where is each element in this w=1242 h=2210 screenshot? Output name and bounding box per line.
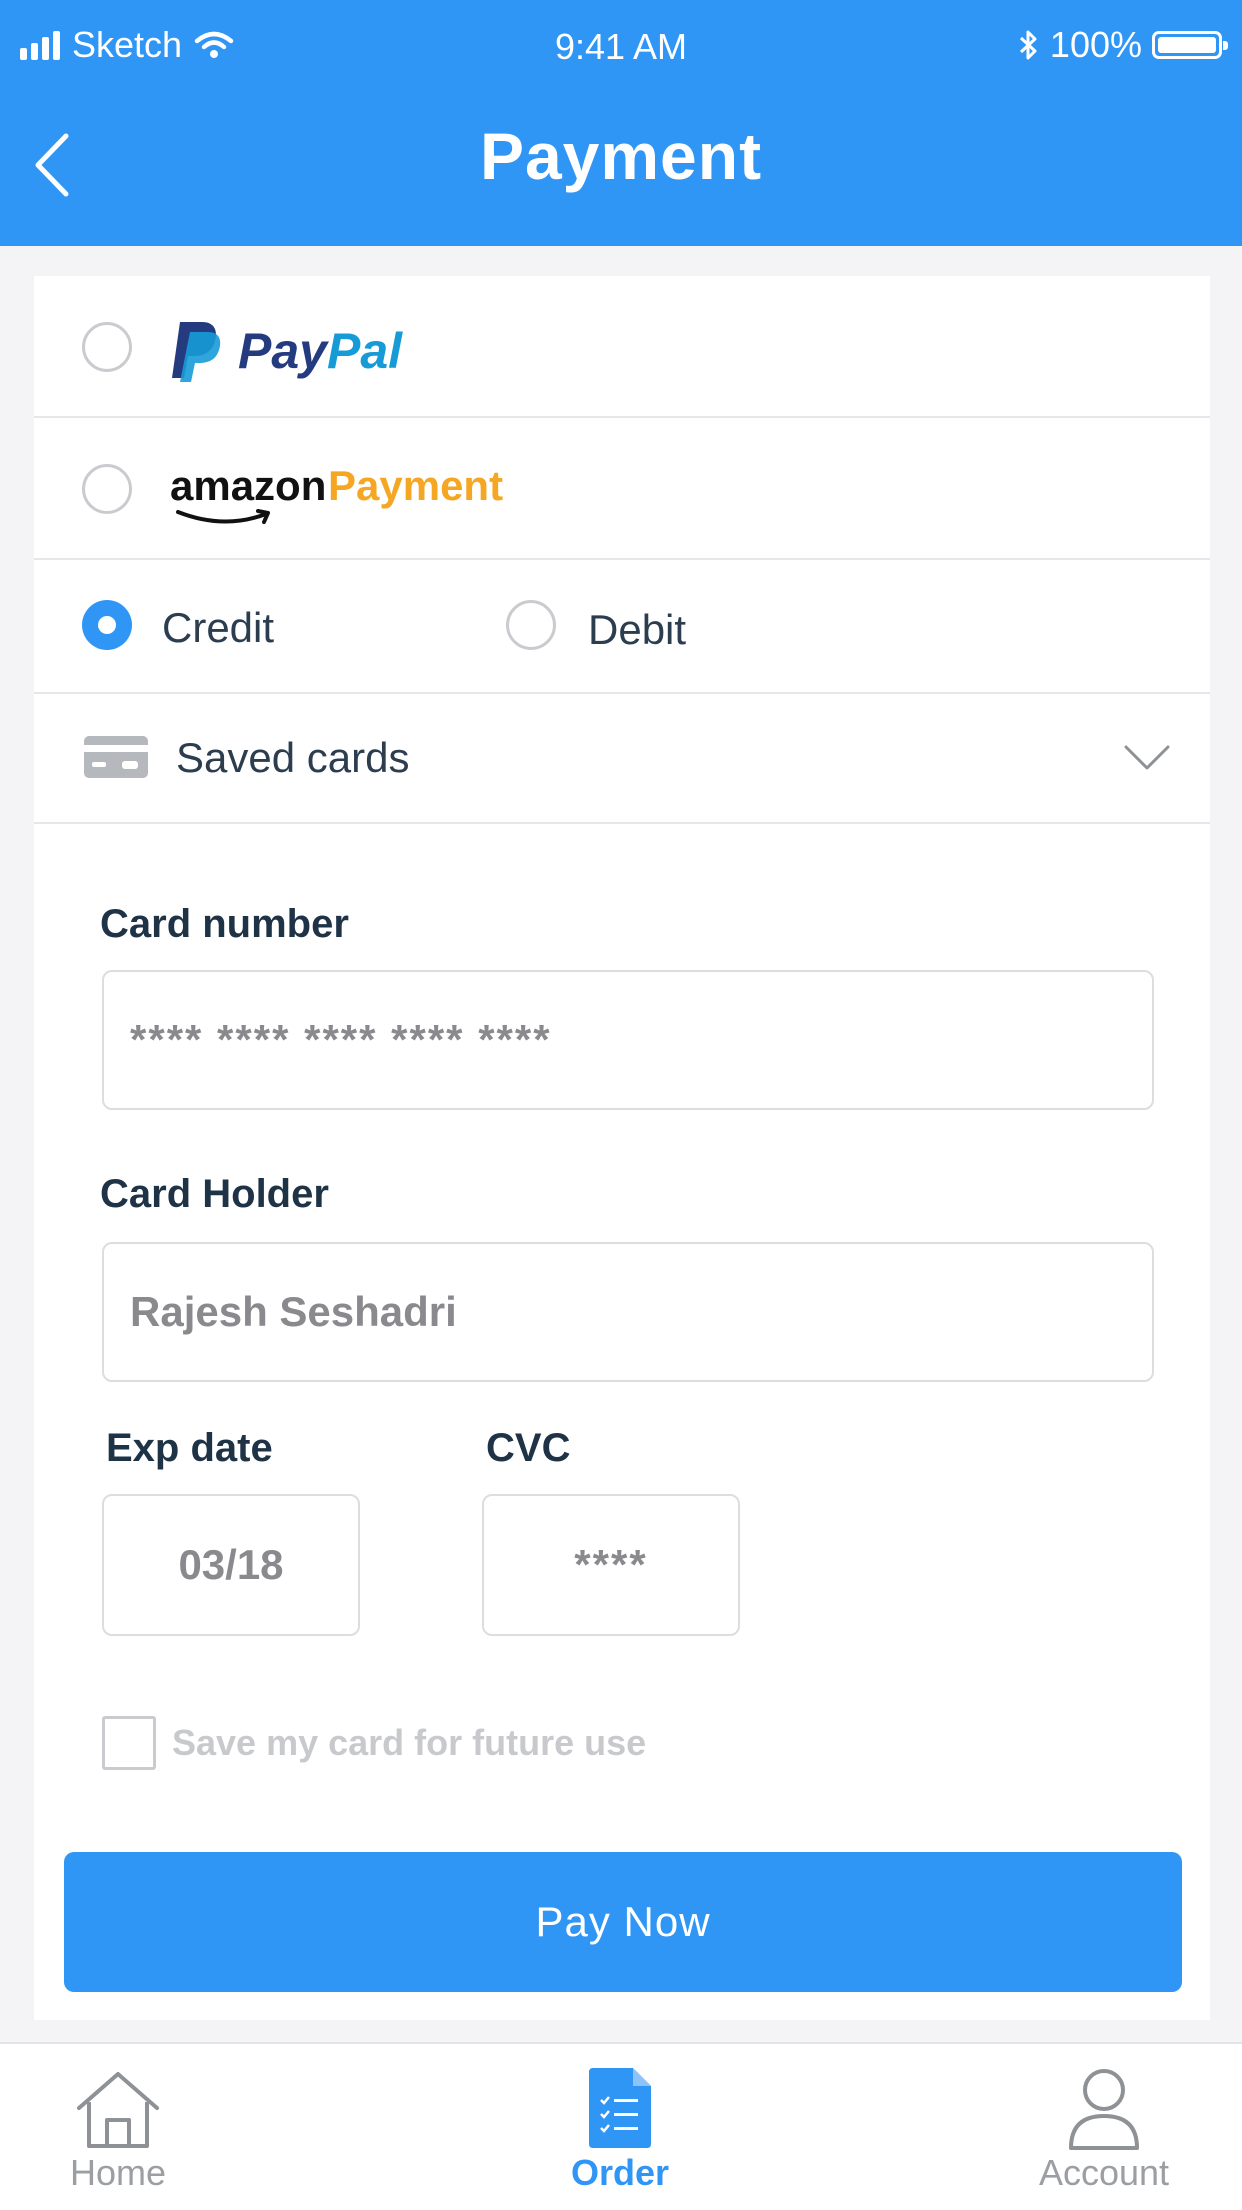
tab-account-label: Account — [1038, 2152, 1170, 2193]
debit-label[interactable]: Debit — [588, 606, 686, 654]
save-card-label[interactable]: Save my card for future use — [172, 1722, 646, 1764]
card-number-value: **** **** **** **** **** — [130, 1016, 552, 1063]
saved-cards-dropdown[interactable]: Saved cards — [34, 692, 1210, 824]
amazon-wordmark: amazon — [170, 462, 327, 509]
paypal-logo-icon — [172, 322, 221, 382]
battery-percent: 100% — [1049, 24, 1142, 65]
app-header: Sketch 9:41 AM 100% Payment — [0, 0, 1242, 246]
tab-home[interactable]: Home — [0, 2044, 268, 2210]
paypal-radio[interactable] — [82, 322, 132, 372]
chevron-down-icon[interactable] — [1124, 744, 1170, 772]
exp-date-label: Exp date — [106, 1426, 273, 1470]
tab-order-label: Order — [570, 2152, 670, 2193]
bluetooth-icon — [1019, 30, 1037, 60]
card-holder-input[interactable]: Rajesh Seshadri — [102, 1242, 1154, 1382]
order-icon — [589, 2068, 651, 2148]
amazon-radio[interactable] — [82, 464, 132, 514]
credit-label[interactable]: Credit — [162, 604, 274, 652]
saved-cards-label: Saved cards — [176, 734, 410, 781]
pay-now-button[interactable]: Pay Now — [64, 1852, 1182, 1992]
exp-date-value: 03/18 — [178, 1541, 284, 1588]
tab-account[interactable]: Account — [954, 2044, 1242, 2210]
home-icon — [77, 2072, 159, 2148]
paypal-wordmark-pay: Pay — [238, 323, 327, 379]
card-number-input[interactable]: **** **** **** **** **** — [102, 970, 1154, 1110]
option-amazon[interactable]: amazon Payment — [34, 416, 1210, 560]
bottom-tab-bar: Home Order Account — [0, 2042, 1242, 2210]
tab-home-label: Home — [69, 2152, 167, 2193]
amazon-payment-label: Payment — [328, 462, 504, 509]
save-card-checkbox[interactable] — [102, 1716, 156, 1770]
debit-radio[interactable] — [506, 600, 556, 650]
paypal-wordmark: PayPal — [238, 322, 402, 380]
amazon-smile-icon — [176, 509, 270, 524]
account-icon — [1069, 2069, 1139, 2150]
cvc-label: CVC — [486, 1426, 571, 1470]
payment-card: PayPal amazon Payment Credit Debit Saved… — [34, 276, 1210, 2020]
credit-radio[interactable] — [82, 600, 132, 650]
exp-date-input[interactable]: 03/18 — [102, 1494, 360, 1636]
credit-card-icon — [84, 736, 148, 778]
cvc-input[interactable]: **** — [482, 1494, 740, 1636]
tab-order[interactable]: Order — [470, 2044, 770, 2210]
cvc-value: **** — [574, 1541, 648, 1588]
card-number-label: Card number — [100, 902, 349, 946]
card-type-selector: Credit Debit — [34, 558, 1210, 694]
option-paypal[interactable]: PayPal — [34, 276, 1210, 418]
page-title: Payment — [479, 119, 763, 193]
card-holder-value: Rajesh Seshadri — [130, 1288, 457, 1335]
battery-icon — [1152, 31, 1228, 59]
card-holder-label: Card Holder — [100, 1172, 329, 1216]
paypal-wordmark-pal: Pal — [326, 323, 403, 379]
status-bar: Sketch 9:41 AM 100% — [0, 24, 1242, 74]
